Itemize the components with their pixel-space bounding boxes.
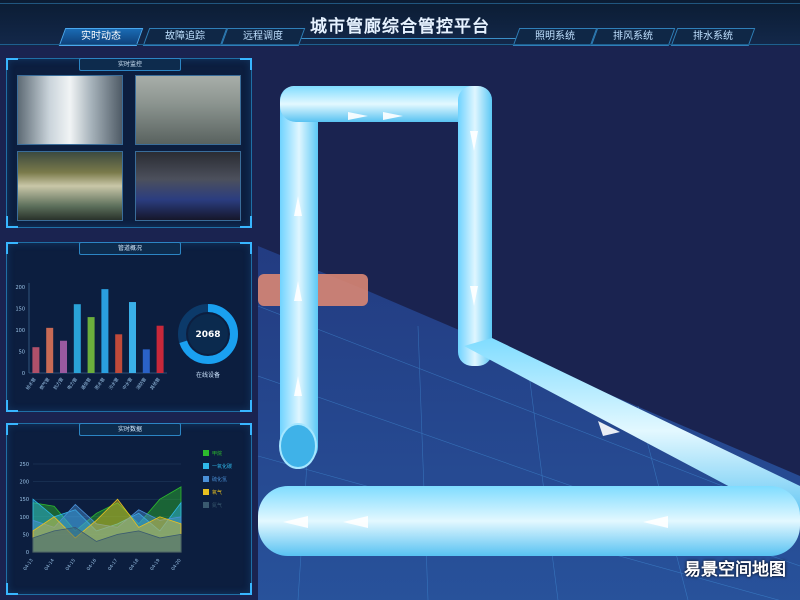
pipe-3d-scene[interactable]: 易景空间地图 (258, 46, 800, 600)
panel-realtime-data: 实时数据 0 50 100 150 200 250 04-13 04-14 04-15 04-16… (6, 423, 252, 595)
y-tick-label: 150 (19, 497, 29, 503)
legend-swatch (203, 502, 209, 508)
panel-video-monitor: 实时监控 (6, 58, 252, 228)
app-title: 城市管廊综合管控平台 (310, 17, 490, 37)
legend-swatch (203, 476, 209, 482)
app-header: 城市管廊综合管控平台 实时动态 故障追踪 远程调度 照明系统 排风系统 排水系统 (0, 0, 800, 46)
x-tick-label: 04-14 (43, 558, 55, 572)
bar (60, 340, 67, 373)
y-tick-label: 150 (15, 307, 25, 313)
x-tick-label: 电力管 (65, 376, 79, 391)
tab-label: 排风系统 (613, 31, 653, 42)
x-tick-label: 热力管 (52, 376, 66, 391)
brand-watermark: 易景空间地图 (684, 560, 786, 580)
legend-swatch (203, 450, 209, 456)
tab-label: 实时动态 (81, 31, 121, 42)
panel-title: 实时监控 (79, 58, 181, 71)
area-chart: 0 50 100 150 200 250 04-13 04-14 04-15 04-16 04-17… (19, 450, 232, 572)
y-tick-label: 200 (19, 480, 29, 486)
x-tick-label: 通信管 (79, 376, 93, 391)
tab-label: 排水系统 (693, 31, 733, 42)
y-tick-label: 0 (22, 371, 25, 377)
bar (87, 317, 95, 373)
x-tick-label: 04-19 (149, 558, 161, 572)
tab-label: 故障追踪 (165, 31, 205, 42)
bar (142, 349, 150, 373)
bar (156, 325, 164, 373)
x-tick-label: 雨水管 (93, 376, 107, 391)
x-tick-label: 其他管 (148, 376, 162, 391)
legend-label: 一氧化碳 (212, 463, 232, 470)
x-tick-label: 消防管 (134, 376, 148, 391)
y-tick-label: 100 (19, 515, 29, 521)
pipe-right-vertical (458, 86, 492, 366)
bar (101, 289, 109, 373)
legend-swatch (203, 489, 209, 495)
bar (129, 302, 136, 373)
y-tick-label: 50 (19, 350, 25, 356)
tab-label: 远程调度 (243, 31, 283, 42)
legend-label: 氧气 (212, 489, 222, 496)
pipe-scene-svg (258, 86, 800, 600)
y-tick-label: 0 (26, 550, 29, 556)
x-tick-label: 燃气管 (38, 376, 52, 391)
pipe-left-vertical (280, 86, 318, 461)
x-tick-label: 04-16 (86, 558, 98, 572)
camera-feed-2[interactable] (135, 75, 241, 145)
header-divider-top (0, 3, 800, 4)
pipe-bottom-horizontal (258, 486, 800, 556)
gauge-value: 2068 (195, 330, 220, 340)
camera-feed-4[interactable] (135, 151, 241, 221)
header-divider-bottom (0, 44, 800, 45)
gauge-label: 在线设备 (196, 371, 220, 379)
bar (32, 347, 40, 373)
pipe-end-cap (279, 423, 317, 469)
x-tick-label: 04-18 (128, 558, 140, 572)
x-tick-label: 04-17 (107, 558, 119, 572)
bar (73, 304, 81, 373)
legend-label: 甲烷 (212, 450, 222, 457)
panel-corner (240, 58, 252, 70)
legend-swatch (203, 463, 209, 469)
y-tick-label: 50 (23, 532, 29, 538)
x-tick-label: 污水管 (107, 376, 121, 391)
x-tick-label: 04-20 (170, 558, 182, 572)
bar (115, 334, 123, 373)
device-gauge: 2068 在线设备 (178, 304, 238, 379)
camera-feed-1[interactable] (17, 75, 123, 145)
x-tick-label: 04-13 (22, 558, 34, 572)
x-tick-label: 04-15 (65, 558, 77, 572)
bar (46, 327, 54, 373)
legend-label: 氮气 (212, 502, 222, 509)
y-tick-label: 200 (15, 285, 25, 291)
panel-corner (240, 216, 252, 228)
tab-label: 照明系统 (535, 31, 575, 42)
x-tick-label: 给水管 (24, 376, 38, 391)
x-tick-label: 中水管 (121, 376, 135, 391)
panel-corner (6, 58, 18, 70)
y-tick-label: 250 (19, 462, 29, 468)
panel-pipe-overview: 管道概况 0 50 100 150 200 给水管 燃气管 热力管 电力管 通信管 雨水管 污水管 中水… (6, 242, 252, 412)
legend-label: 硫化氢 (212, 476, 227, 483)
camera-feed-3[interactable] (17, 151, 123, 221)
y-tick-label: 100 (15, 328, 25, 334)
